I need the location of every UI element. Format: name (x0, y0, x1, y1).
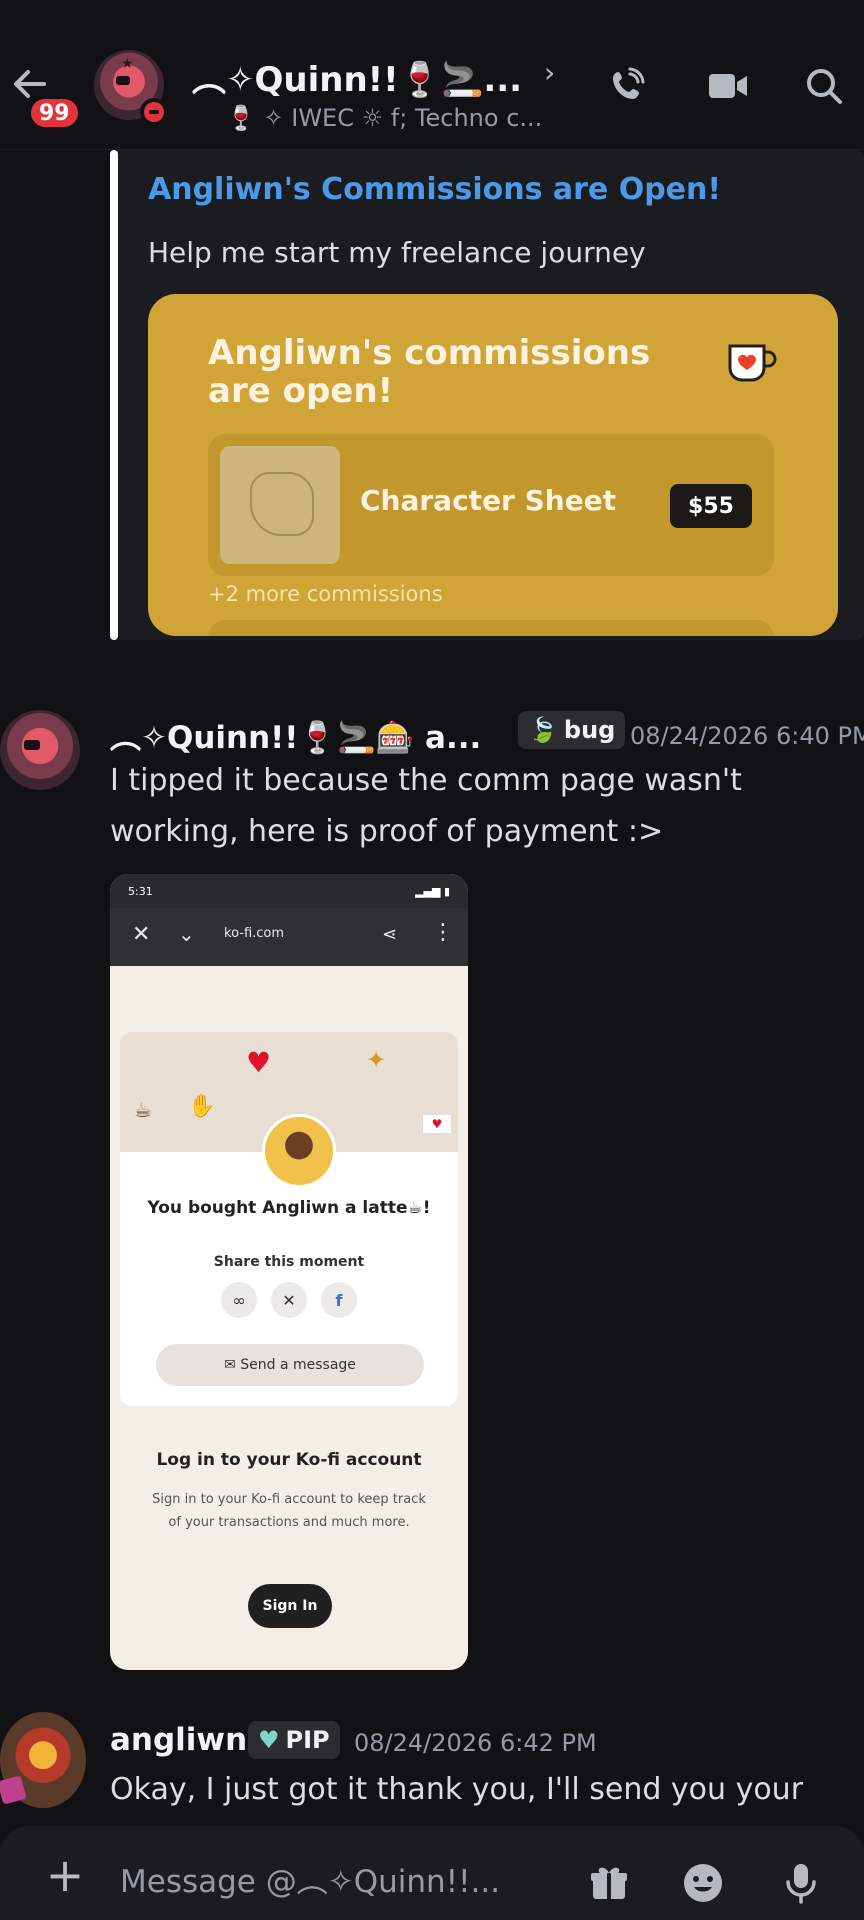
send-message-button: ✉ Send a message (156, 1344, 424, 1386)
send-message-label: Send a message (240, 1357, 356, 1373)
message-timestamp: 08/24/2026 6:40 PM (630, 722, 864, 750)
clap-icon: ✋ (188, 1094, 216, 1119)
phone-status-time: 5:31 (128, 884, 153, 898)
login-title: Log in to your Ko-fi account (156, 1450, 422, 1470)
message-timestamp: 08/24/2026 6:42 PM (354, 1729, 597, 1757)
creator-avatar (262, 1114, 336, 1188)
gift-icon[interactable] (586, 1860, 632, 1906)
emoji-icon[interactable] (680, 1860, 726, 1906)
server-tag[interactable]: 🍃 bug (518, 711, 626, 749)
coffee-icon: ☕ (134, 1098, 152, 1122)
more-options-icon: ⋮ (432, 920, 454, 945)
add-attachment-icon[interactable]: + (44, 1852, 86, 1898)
unread-badge: 99 (28, 96, 81, 130)
leaf-icon: 🍃 (528, 716, 558, 744)
embed-description: Help me start my freelance journey (148, 236, 646, 269)
search-icon[interactable] (802, 64, 846, 108)
custom-status: 🍷 ✧ IWEC ☼ f; Techno c... (226, 104, 543, 132)
video-call-icon[interactable] (706, 64, 750, 108)
message-author[interactable]: ︵✧Quinn!!🍷🚬🎰 a... (110, 712, 481, 757)
chevron-down-icon: ⌄ (178, 922, 195, 946)
heart-icon: ♥ (246, 1046, 272, 1079)
message-text-line: I tipped it because the comm page wasn't (110, 763, 742, 798)
kofi-card-title: Angliwn's commissions are open! (208, 333, 651, 411)
server-tag[interactable]: ♥ PIP (248, 1721, 340, 1759)
login-description: Sign in to your Ko-fi account to keep tr… (152, 1492, 426, 1530)
server-tag-label: PIP (285, 1726, 330, 1754)
purchase-card: ♥ ✦ ☕ ✋ ♥ You bought Angliwn a latte☕! S… (120, 1032, 458, 1406)
embed-accent-bar (110, 150, 118, 640)
more-commissions: +2 more commissions (208, 582, 443, 606)
commission-name: Character Sheet (360, 484, 617, 517)
commission-thumbnail (220, 446, 340, 564)
commission-item-partial (208, 620, 774, 636)
message-text-line: working, here is proof of payment :> (110, 814, 664, 849)
dnd-status-icon (140, 98, 168, 126)
dm-header: 99 ★ ︵✧Quinn!!🍷🚬... › 🍷 ✧ IWEC ☼ f; Tech… (0, 0, 864, 150)
mail-icon: ✉ (224, 1357, 241, 1373)
sign-in-button: Sign In (248, 1584, 332, 1628)
purchase-confirmation: You bought Angliwn a latte☕! (147, 1198, 431, 1218)
browser-bar: ✕ ⌄ ko-fi.com ⋖ ⋮ (110, 908, 468, 966)
mail-heart-icon: ♥ (422, 1114, 452, 1134)
microphone-icon[interactable] (778, 1860, 824, 1906)
share-label: Share this moment (213, 1254, 365, 1270)
facebook-icon: f (321, 1282, 357, 1318)
x-icon: ✕ (271, 1282, 307, 1318)
close-icon: ✕ (132, 922, 151, 947)
commission-price: $55 (670, 484, 752, 528)
call-icon[interactable] (604, 64, 648, 108)
browser-url: ko-fi.com (224, 926, 285, 941)
server-tag-label: bug (563, 716, 616, 744)
party-popper-icon: ✦ (366, 1046, 387, 1074)
message-author[interactable]: angliwn (110, 1722, 247, 1758)
avatar[interactable] (0, 710, 80, 790)
kofi-cup-icon (724, 338, 778, 386)
link-icon: ∞ (221, 1282, 257, 1318)
message-text-line: Okay, I just got it thank you, I'll send… (110, 1772, 804, 1807)
signal-icon: ▂▄▆ ▮ (415, 884, 450, 898)
share-icon: ⋖ (382, 924, 398, 945)
message-input[interactable] (120, 1860, 540, 1904)
share-buttons: ∞ ✕ f (120, 1282, 458, 1318)
heart-icon: ♥ (258, 1726, 280, 1754)
star-icon: ★ (121, 56, 134, 72)
phone-status-bar: 5:31 ▂▄▆ ▮ (110, 874, 468, 908)
embed-title-link[interactable]: Angliwn's Commissions are Open! (148, 172, 721, 207)
dm-username[interactable]: ︵✧Quinn!!🍷🚬... (192, 52, 522, 101)
image-attachment[interactable]: 5:31 ▂▄▆ ▮ ✕ ⌄ ko-fi.com ⋖ ⋮ ♥ ✦ ☕ ✋ ♥ Y… (110, 874, 468, 1670)
kofi-preview-card[interactable]: Angliwn's commissions are open! Characte… (148, 294, 838, 636)
chevron-right-icon[interactable]: › (544, 56, 555, 89)
